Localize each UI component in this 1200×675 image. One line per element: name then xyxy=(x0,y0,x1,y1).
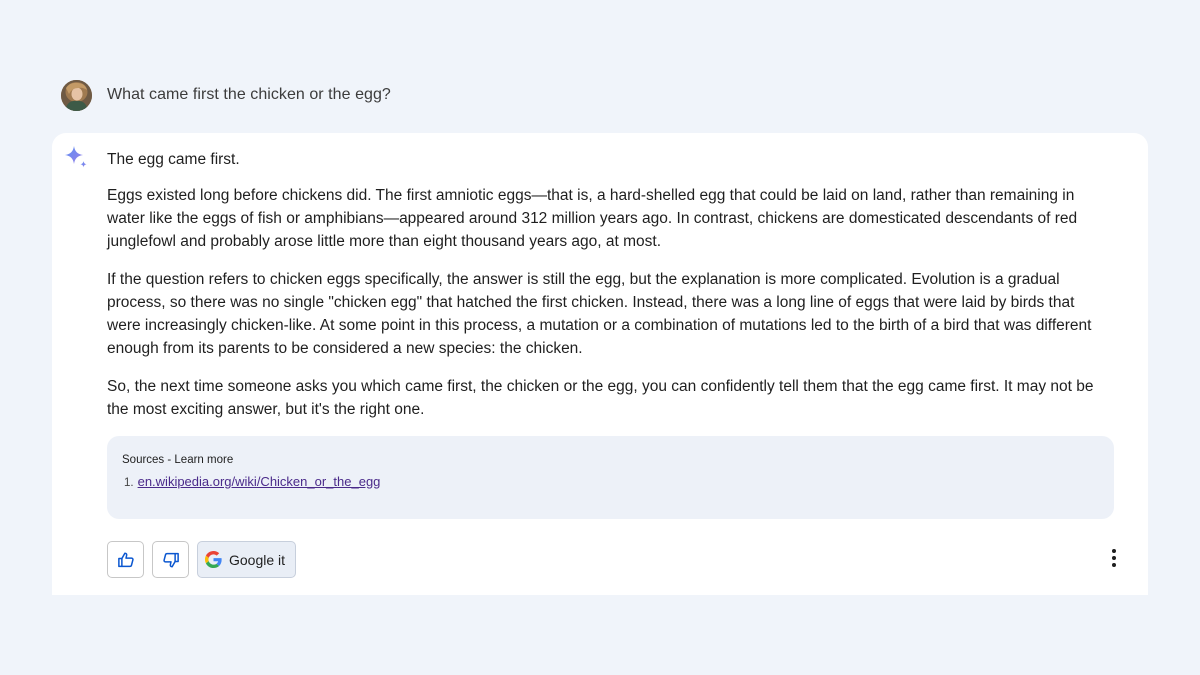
sources-panel: Sources - Learn more 1. en.wikipedia.org/… xyxy=(107,436,1114,519)
response-text: The egg came first. Eggs existed long be… xyxy=(107,148,1107,436)
thumbs-down-button[interactable] xyxy=(152,541,189,578)
response-answer: The egg came first. xyxy=(107,151,240,168)
response-paragraph: If the question refers to chicken eggs s… xyxy=(107,271,1092,357)
thumbs-up-button[interactable] xyxy=(107,541,144,578)
user-prompt: What came first the chicken or the egg? xyxy=(61,79,391,111)
sparkle-icon xyxy=(65,146,87,168)
thumbs-down-icon xyxy=(162,552,179,567)
response-actions: Google it xyxy=(107,541,297,578)
user-avatar[interactable] xyxy=(61,79,92,111)
source-link[interactable]: en.wikipedia.org/wiki/Chicken_or_the_egg xyxy=(138,474,381,489)
thumbs-up-icon xyxy=(117,552,134,567)
response-paragraph: So, the next time someone asks you which… xyxy=(107,378,1094,418)
google-it-button[interactable]: Google it xyxy=(197,541,297,578)
more-options-button[interactable] xyxy=(1104,547,1124,569)
google-g-icon xyxy=(205,551,222,568)
prompt-text: What came first the chicken or the egg? xyxy=(107,86,391,103)
more-vertical-icon xyxy=(1112,549,1116,567)
source-item: 1. en.wikipedia.org/wiki/Chicken_or_the_e… xyxy=(124,474,380,489)
source-number: 1. xyxy=(124,477,134,489)
response-paragraph: Eggs existed long before chickens did. T… xyxy=(107,187,1078,250)
response-card: The egg came first. Eggs existed long be… xyxy=(52,133,1148,595)
google-it-label: Google it xyxy=(229,551,286,568)
sources-title: Sources - Learn more xyxy=(122,454,234,466)
